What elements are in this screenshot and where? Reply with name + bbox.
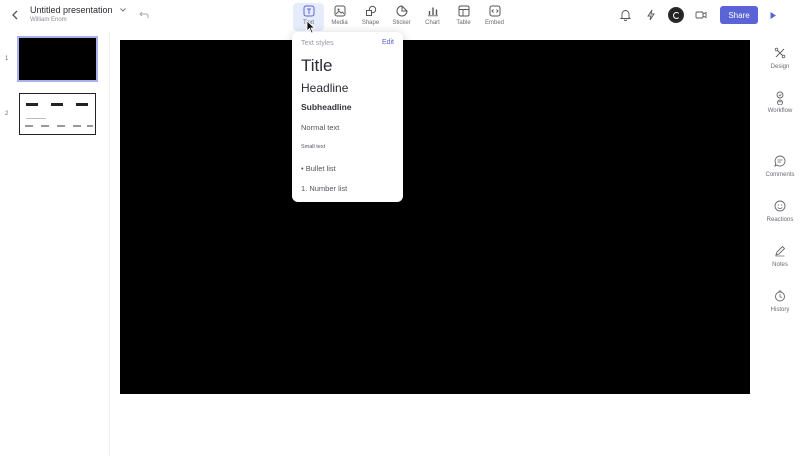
- rail-item-label: Notes: [772, 262, 788, 268]
- rail-item-label: Workflow: [767, 108, 793, 114]
- thumbnail-element: [26, 118, 46, 119]
- video-camera-icon: [695, 11, 707, 19]
- tool-chart[interactable]: Chart: [417, 3, 448, 31]
- tool-sticker-label: Sticker: [392, 20, 411, 26]
- thumbnail-element: [51, 103, 63, 106]
- text-icon: [303, 5, 315, 17]
- tool-sticker[interactable]: Sticker: [386, 3, 417, 31]
- thumbnail-element: [87, 125, 93, 127]
- rail-item-comments[interactable]: Comments: [760, 154, 800, 178]
- table-icon: [458, 5, 470, 17]
- tool-chart-label: Chart: [425, 20, 440, 26]
- thumbnail-element: [25, 125, 33, 127]
- mouse-cursor-icon: [306, 20, 316, 34]
- style-option-small[interactable]: Small text: [301, 144, 325, 150]
- document-title-text: Untitled presentation: [30, 5, 113, 15]
- lightning-icon: [647, 9, 655, 21]
- history-icon: [773, 289, 787, 303]
- tool-shape[interactable]: Shape: [355, 3, 386, 31]
- right-sidebar: Design Workflow Comments Reactions Notes…: [760, 40, 800, 340]
- rail-item-label: History: [770, 307, 790, 313]
- back-button[interactable]: [8, 8, 22, 22]
- document-title[interactable]: Untitled presentation: [30, 5, 127, 15]
- comments-icon: [773, 154, 787, 168]
- tool-table[interactable]: Table: [448, 3, 479, 31]
- style-option-title[interactable]: Title: [301, 56, 333, 76]
- thumbnail-element: [76, 103, 88, 106]
- chart-icon: [427, 5, 439, 17]
- tool-shape-label: Shape: [361, 20, 380, 26]
- sticker-icon: [396, 5, 408, 17]
- tool-table-label: Table: [456, 20, 471, 26]
- thumbnail-element: [57, 125, 65, 127]
- slide-panel: 1 2: [0, 32, 110, 456]
- slide-thumbnail-1[interactable]: [17, 36, 98, 82]
- slide-number: 1: [5, 56, 9, 62]
- video-call-button[interactable]: [688, 5, 714, 25]
- tool-embed-label: Embed: [484, 20, 504, 26]
- avatar-logo-icon: [672, 11, 680, 19]
- thumbnail-element: [26, 103, 38, 106]
- rail-item-design[interactable]: Design: [760, 46, 800, 70]
- style-option-bullet-list[interactable]: • Bullet list: [301, 164, 336, 173]
- play-icon: [770, 11, 776, 19]
- rail-item-label: Reactions: [766, 217, 794, 223]
- reactions-icon: [773, 199, 787, 213]
- rail-item-label: Comments: [765, 172, 795, 178]
- thumbnail-element: [73, 125, 81, 127]
- rail-item-workflow[interactable]: Workflow: [760, 91, 800, 114]
- design-icon: [773, 46, 787, 60]
- embed-icon: [489, 5, 501, 17]
- rail-item-label: Design: [770, 64, 790, 70]
- present-button[interactable]: [762, 6, 784, 24]
- slide-number: 2: [5, 111, 9, 117]
- rail-item-history[interactable]: History: [760, 289, 800, 313]
- share-button[interactable]: Share: [720, 6, 758, 24]
- chevron-left-icon: [12, 10, 18, 20]
- style-option-normal[interactable]: Normal text: [301, 123, 339, 132]
- style-option-headline[interactable]: Headline: [301, 81, 348, 95]
- tool-embed[interactable]: Embed: [479, 3, 510, 31]
- undo-button[interactable]: [138, 10, 150, 20]
- shape-icon: [365, 5, 377, 17]
- text-styles-dropdown: Text styles Edit Title Headline Subheadl…: [292, 32, 403, 202]
- chevron-down-icon: [119, 8, 126, 12]
- style-option-number-list[interactable]: 1. Number list: [301, 184, 347, 193]
- bell-icon: [619, 10, 631, 21]
- slide-canvas[interactable]: [120, 40, 750, 394]
- workflow-icon: [773, 91, 787, 105]
- media-icon: [334, 5, 346, 17]
- notifications-button[interactable]: [612, 5, 638, 25]
- edit-styles-link[interactable]: Edit: [382, 39, 394, 46]
- style-option-subheadline[interactable]: Subheadline: [301, 102, 352, 112]
- insert-toolbar: Text Media Shape Sticker Chart Table Emb…: [293, 3, 510, 31]
- tool-media-label: Media: [331, 20, 348, 26]
- document-owner: William Enom: [30, 17, 67, 23]
- dropdown-header: Text styles: [301, 40, 334, 47]
- avatar[interactable]: [668, 7, 684, 23]
- notes-icon: [773, 244, 787, 258]
- quick-actions-button[interactable]: [638, 5, 664, 25]
- top-bar: Untitled presentation William Enom Text …: [0, 0, 800, 32]
- undo-icon: [139, 11, 149, 18]
- rail-item-notes[interactable]: Notes: [760, 244, 800, 268]
- tool-media[interactable]: Media: [324, 3, 355, 31]
- thumbnail-element: [41, 125, 49, 127]
- slide-thumbnail-2[interactable]: [19, 93, 96, 135]
- rail-item-reactions[interactable]: Reactions: [760, 199, 800, 223]
- header-actions: Share: [612, 5, 784, 25]
